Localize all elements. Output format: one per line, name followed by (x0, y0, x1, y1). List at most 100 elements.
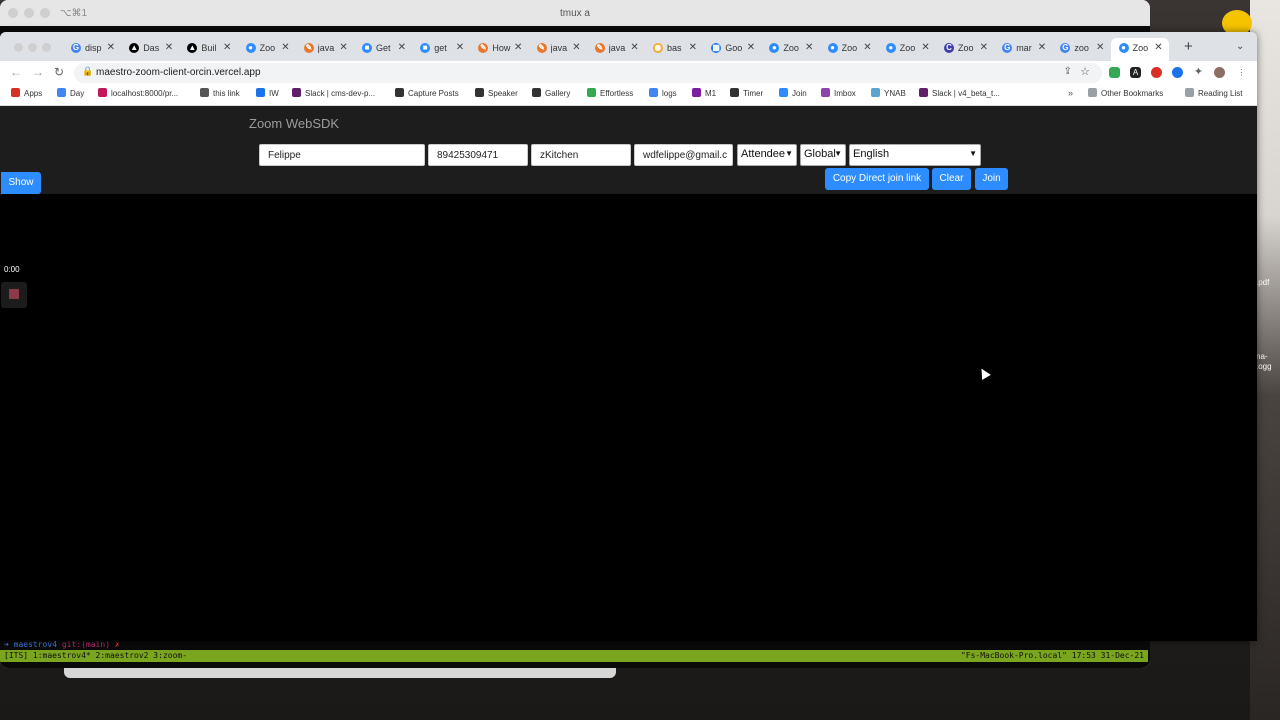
bookmarks-overflow-icon[interactable]: » (1068, 88, 1073, 98)
browser-tab[interactable]: ▲ Das ✕ (121, 38, 179, 61)
bookmark-item[interactable]: Timer (730, 88, 763, 98)
forward-arrow-icon[interactable]: → (32, 65, 44, 79)
tab-close-icon[interactable]: ✕ (281, 42, 289, 53)
bookmark-item[interactable]: Day (57, 88, 84, 98)
browser-close-dot-icon[interactable] (14, 43, 23, 52)
browser-tab[interactable]: ■ Get ✕ (354, 38, 412, 61)
tab-close-icon[interactable]: ✕ (805, 42, 813, 53)
bookmark-star-icon[interactable]: ☆ (1080, 65, 1090, 78)
bookmark-item[interactable]: Apps (11, 88, 42, 98)
tab-title: java (550, 43, 568, 53)
address-bar[interactable]: 🔒 maestro-zoom-client-orcin.vercel.app ⇪… (74, 63, 1102, 83)
bookmark-item[interactable]: M1 (692, 88, 716, 98)
browser-tab[interactable]: ● Zoo ✕ (761, 38, 819, 61)
clear-button[interactable]: Clear (932, 168, 971, 190)
share-icon[interactable]: ⇪ (1064, 66, 1072, 77)
extension-a-icon[interactable]: A (1130, 67, 1141, 78)
browser-zoom-dot-icon[interactable] (42, 43, 51, 52)
desktop-file-pdf[interactable]: .pdf (1256, 278, 1269, 288)
browser-tab[interactable]: Gzoo ✕ (1052, 38, 1110, 61)
tab-close-icon[interactable]: ✕ (223, 42, 231, 53)
email-input[interactable]: wdfelippe@gmail.c (634, 144, 733, 166)
browser-tab[interactable]: ● Zoo ✕ (1110, 38, 1169, 61)
bookmark-item[interactable]: Slack | cms-dev-p... (292, 88, 375, 98)
region-select[interactable]: Global ▼ (800, 144, 846, 166)
tab-search-icon[interactable]: ⌄ (1236, 41, 1244, 52)
browser-tab[interactable]: ✎ java ✕ (587, 38, 645, 61)
bookmark-item[interactable]: Gallery (532, 88, 570, 98)
name-input[interactable]: Felippe (259, 144, 425, 166)
bookmark-favicon-icon (475, 88, 484, 97)
tab-close-icon[interactable]: ✕ (980, 42, 988, 53)
role-select[interactable]: Attendee ▼ (737, 144, 797, 166)
tab-close-icon[interactable]: ✕ (1096, 42, 1104, 53)
window-drag-handle[interactable] (64, 668, 616, 678)
reading-list[interactable]: Reading List (1185, 88, 1242, 98)
browser-tab[interactable]: ■ get ✕ (412, 38, 470, 61)
tmux-windows[interactable]: [ITS] 1:maestrov4* 2:maestrov2 3:zoom- (4, 650, 187, 662)
language-select[interactable]: English ▼ (849, 144, 981, 166)
tab-close-icon[interactable]: ✕ (398, 42, 406, 53)
tab-close-icon[interactable]: ✕ (1038, 42, 1046, 53)
tab-close-icon[interactable]: ✕ (630, 42, 638, 53)
stop-recording-button[interactable] (1, 282, 27, 308)
extension-blue-icon[interactable] (1172, 67, 1183, 78)
desktop-file-ogg[interactable]: .ogg (1256, 362, 1272, 372)
browser-tab[interactable]: ▲ Buil ✕ (179, 38, 237, 61)
tab-close-icon[interactable]: ✕ (456, 42, 464, 53)
bookmark-item[interactable]: YNAB (871, 88, 906, 98)
browser-tab[interactable]: ● Zoo ✕ (878, 38, 936, 61)
browser-tab[interactable]: ✎ java ✕ (529, 38, 587, 61)
bookmark-item[interactable]: Join (779, 88, 807, 98)
browser-tab[interactable]: ◉ bas ✕ (645, 38, 703, 61)
terminal-titlebar[interactable]: ⌥⌘1 tmux a (0, 0, 1150, 26)
tab-close-icon[interactable]: ✕ (747, 42, 755, 53)
show-button[interactable]: Show (1, 172, 41, 194)
tab-title: java (317, 43, 335, 53)
bookmark-item[interactable]: localhost:8000/pr... (98, 88, 178, 98)
browser-minimize-dot-icon[interactable] (28, 43, 37, 52)
browser-tab[interactable]: ✎ How ✕ (470, 38, 528, 61)
back-arrow-icon[interactable]: ← (10, 65, 22, 79)
extension-red-icon[interactable] (1151, 67, 1162, 78)
desktop-file-na[interactable]: na- (1256, 352, 1268, 362)
bookmark-item[interactable]: Speaker (475, 88, 518, 98)
extensions-puzzle-icon[interactable]: ✦ (1193, 67, 1204, 78)
reload-icon[interactable]: ↻ (54, 65, 64, 79)
bookmark-item[interactable]: Effortless (587, 88, 633, 98)
tab-close-icon[interactable]: ✕ (921, 42, 929, 53)
bookmark-item[interactable]: IW (256, 88, 279, 98)
other-bookmarks[interactable]: Other Bookmarks (1088, 88, 1163, 98)
tab-close-icon[interactable]: ✕ (514, 42, 522, 53)
tab-close-icon[interactable]: ✕ (339, 42, 347, 53)
password-input[interactable]: zKitchen (531, 144, 631, 166)
join-button[interactable]: Join (975, 168, 1008, 190)
profile-avatar[interactable] (1214, 67, 1225, 78)
extension-green-icon[interactable] (1109, 67, 1120, 78)
bookmark-item[interactable]: this link (200, 88, 240, 98)
tab-close-icon[interactable]: ✕ (689, 42, 697, 53)
tab-close-icon[interactable]: ✕ (572, 42, 580, 53)
url-text[interactable]: maestro-zoom-client-orcin.vercel.app (96, 67, 261, 78)
tab-close-icon[interactable]: ✕ (863, 42, 871, 53)
bookmark-item[interactable]: Slack | v4_beta_t... (919, 88, 1000, 98)
lock-icon[interactable]: 🔒 (82, 66, 93, 77)
bookmark-item[interactable]: Imbox (821, 88, 856, 98)
browser-tab[interactable]: ✎ java ✕ (296, 38, 354, 61)
tab-close-icon[interactable]: ✕ (165, 42, 173, 53)
meeting-number-input[interactable]: 89425309471 (428, 144, 528, 166)
browser-tab[interactable]: C Zoo ✕ (936, 38, 994, 61)
browser-tab[interactable]: ● Zoo ✕ (820, 38, 878, 61)
kebab-menu-icon[interactable]: ⋮ (1236, 67, 1247, 78)
tab-title: Zoo (958, 43, 974, 53)
tab-close-icon[interactable]: ✕ (1154, 42, 1162, 53)
bookmark-item[interactable]: logs (649, 88, 677, 98)
browser-tab[interactable]: Gdisp ✕ (63, 38, 121, 61)
copy-join-link-button[interactable]: Copy Direct join link (825, 168, 929, 190)
new-tab-button[interactable]: + (1184, 38, 1193, 55)
tab-close-icon[interactable]: ✕ (107, 42, 115, 53)
browser-tab[interactable]: ▦ Goo ✕ (703, 38, 761, 61)
bookmark-item[interactable]: Capture Posts (395, 88, 459, 98)
browser-tab[interactable]: Gmar ✕ (994, 38, 1052, 61)
browser-tab[interactable]: ● Zoo ✕ (238, 38, 296, 61)
